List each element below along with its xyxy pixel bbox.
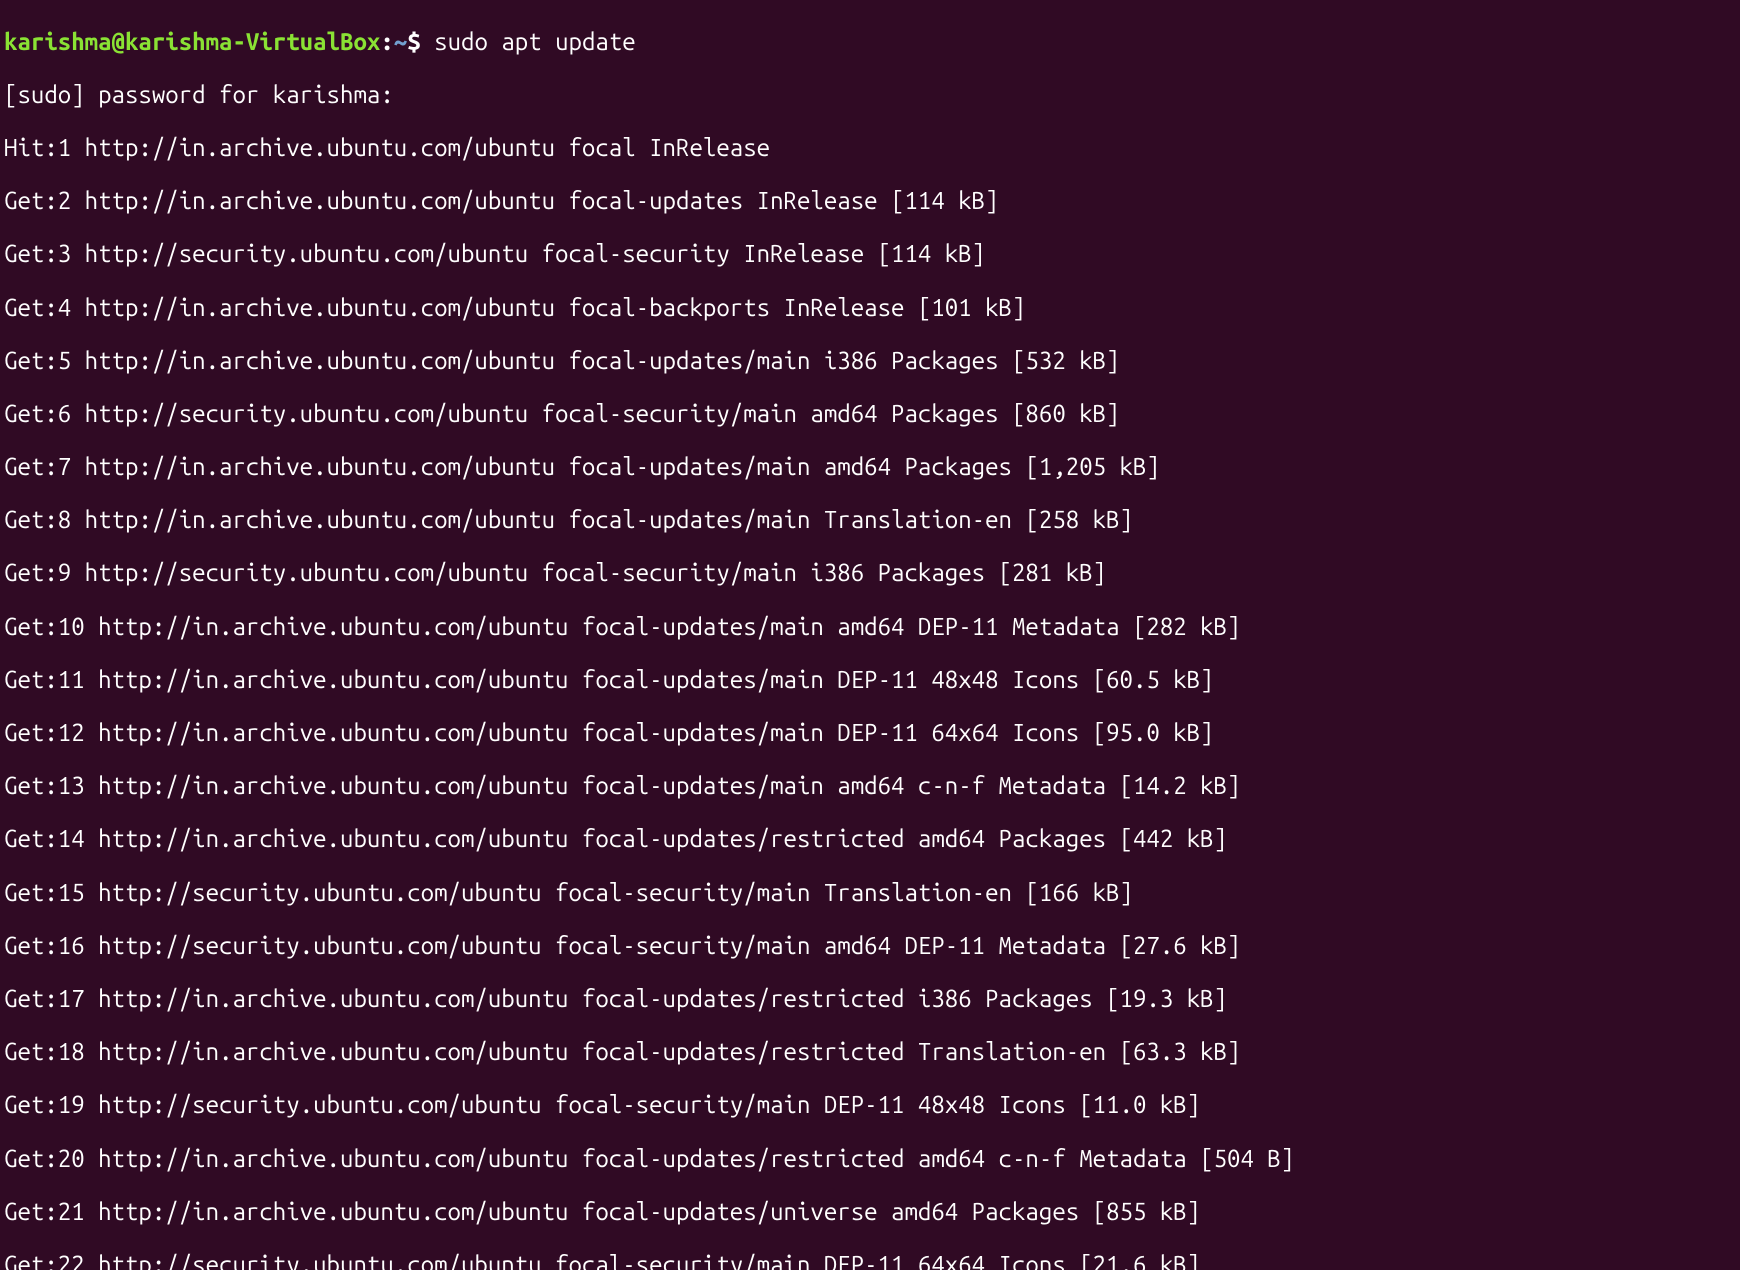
output-line: Get:13 http://in.archive.ubuntu.com/ubun… [4,773,1736,800]
output-line: Get:15 http://security.ubuntu.com/ubuntu… [4,880,1736,907]
prompt-colon: : [380,28,393,55]
output-line: Get:16 http://security.ubuntu.com/ubuntu… [4,933,1736,960]
prompt-user-host: karishma@karishma-VirtualBox [4,28,380,55]
output-line: Get:9 http://security.ubuntu.com/ubuntu … [4,560,1736,587]
output-line: Get:7 http://in.archive.ubuntu.com/ubunt… [4,454,1736,481]
output-line: Get:11 http://in.archive.ubuntu.com/ubun… [4,667,1736,694]
output-line: Get:10 http://in.archive.ubuntu.com/ubun… [4,614,1736,641]
output-line: Get:21 http://in.archive.ubuntu.com/ubun… [4,1199,1736,1226]
terminal-window[interactable]: karishma@karishma-VirtualBox:~$ sudo apt… [0,0,1740,1270]
output-line: Get:19 http://security.ubuntu.com/ubuntu… [4,1092,1736,1119]
output-line: Get:22 http://security.ubuntu.com/ubuntu… [4,1252,1736,1270]
output-line: Get:5 http://in.archive.ubuntu.com/ubunt… [4,348,1736,375]
output-line: Get:18 http://in.archive.ubuntu.com/ubun… [4,1039,1736,1066]
prompt-line: karishma@karishma-VirtualBox:~$ sudo apt… [4,29,1736,56]
output-line: [sudo] password for karishma: [4,82,1736,109]
output-line: Get:3 http://security.ubuntu.com/ubuntu … [4,241,1736,268]
prompt-path: ~ [394,28,407,55]
output-line: Get:4 http://in.archive.ubuntu.com/ubunt… [4,295,1736,322]
output-line: Get:2 http://in.archive.ubuntu.com/ubunt… [4,188,1736,215]
output-line: Get:8 http://in.archive.ubuntu.com/ubunt… [4,507,1736,534]
output-line: Hit:1 http://in.archive.ubuntu.com/ubunt… [4,135,1736,162]
command-text: sudo apt update [434,28,636,55]
output-line: Get:12 http://in.archive.ubuntu.com/ubun… [4,720,1736,747]
output-line: Get:6 http://security.ubuntu.com/ubuntu … [4,401,1736,428]
prompt-dollar: $ [407,28,434,55]
output-line: Get:20 http://in.archive.ubuntu.com/ubun… [4,1146,1736,1173]
output-line: Get:17 http://in.archive.ubuntu.com/ubun… [4,986,1736,1013]
output-line: Get:14 http://in.archive.ubuntu.com/ubun… [4,826,1736,853]
